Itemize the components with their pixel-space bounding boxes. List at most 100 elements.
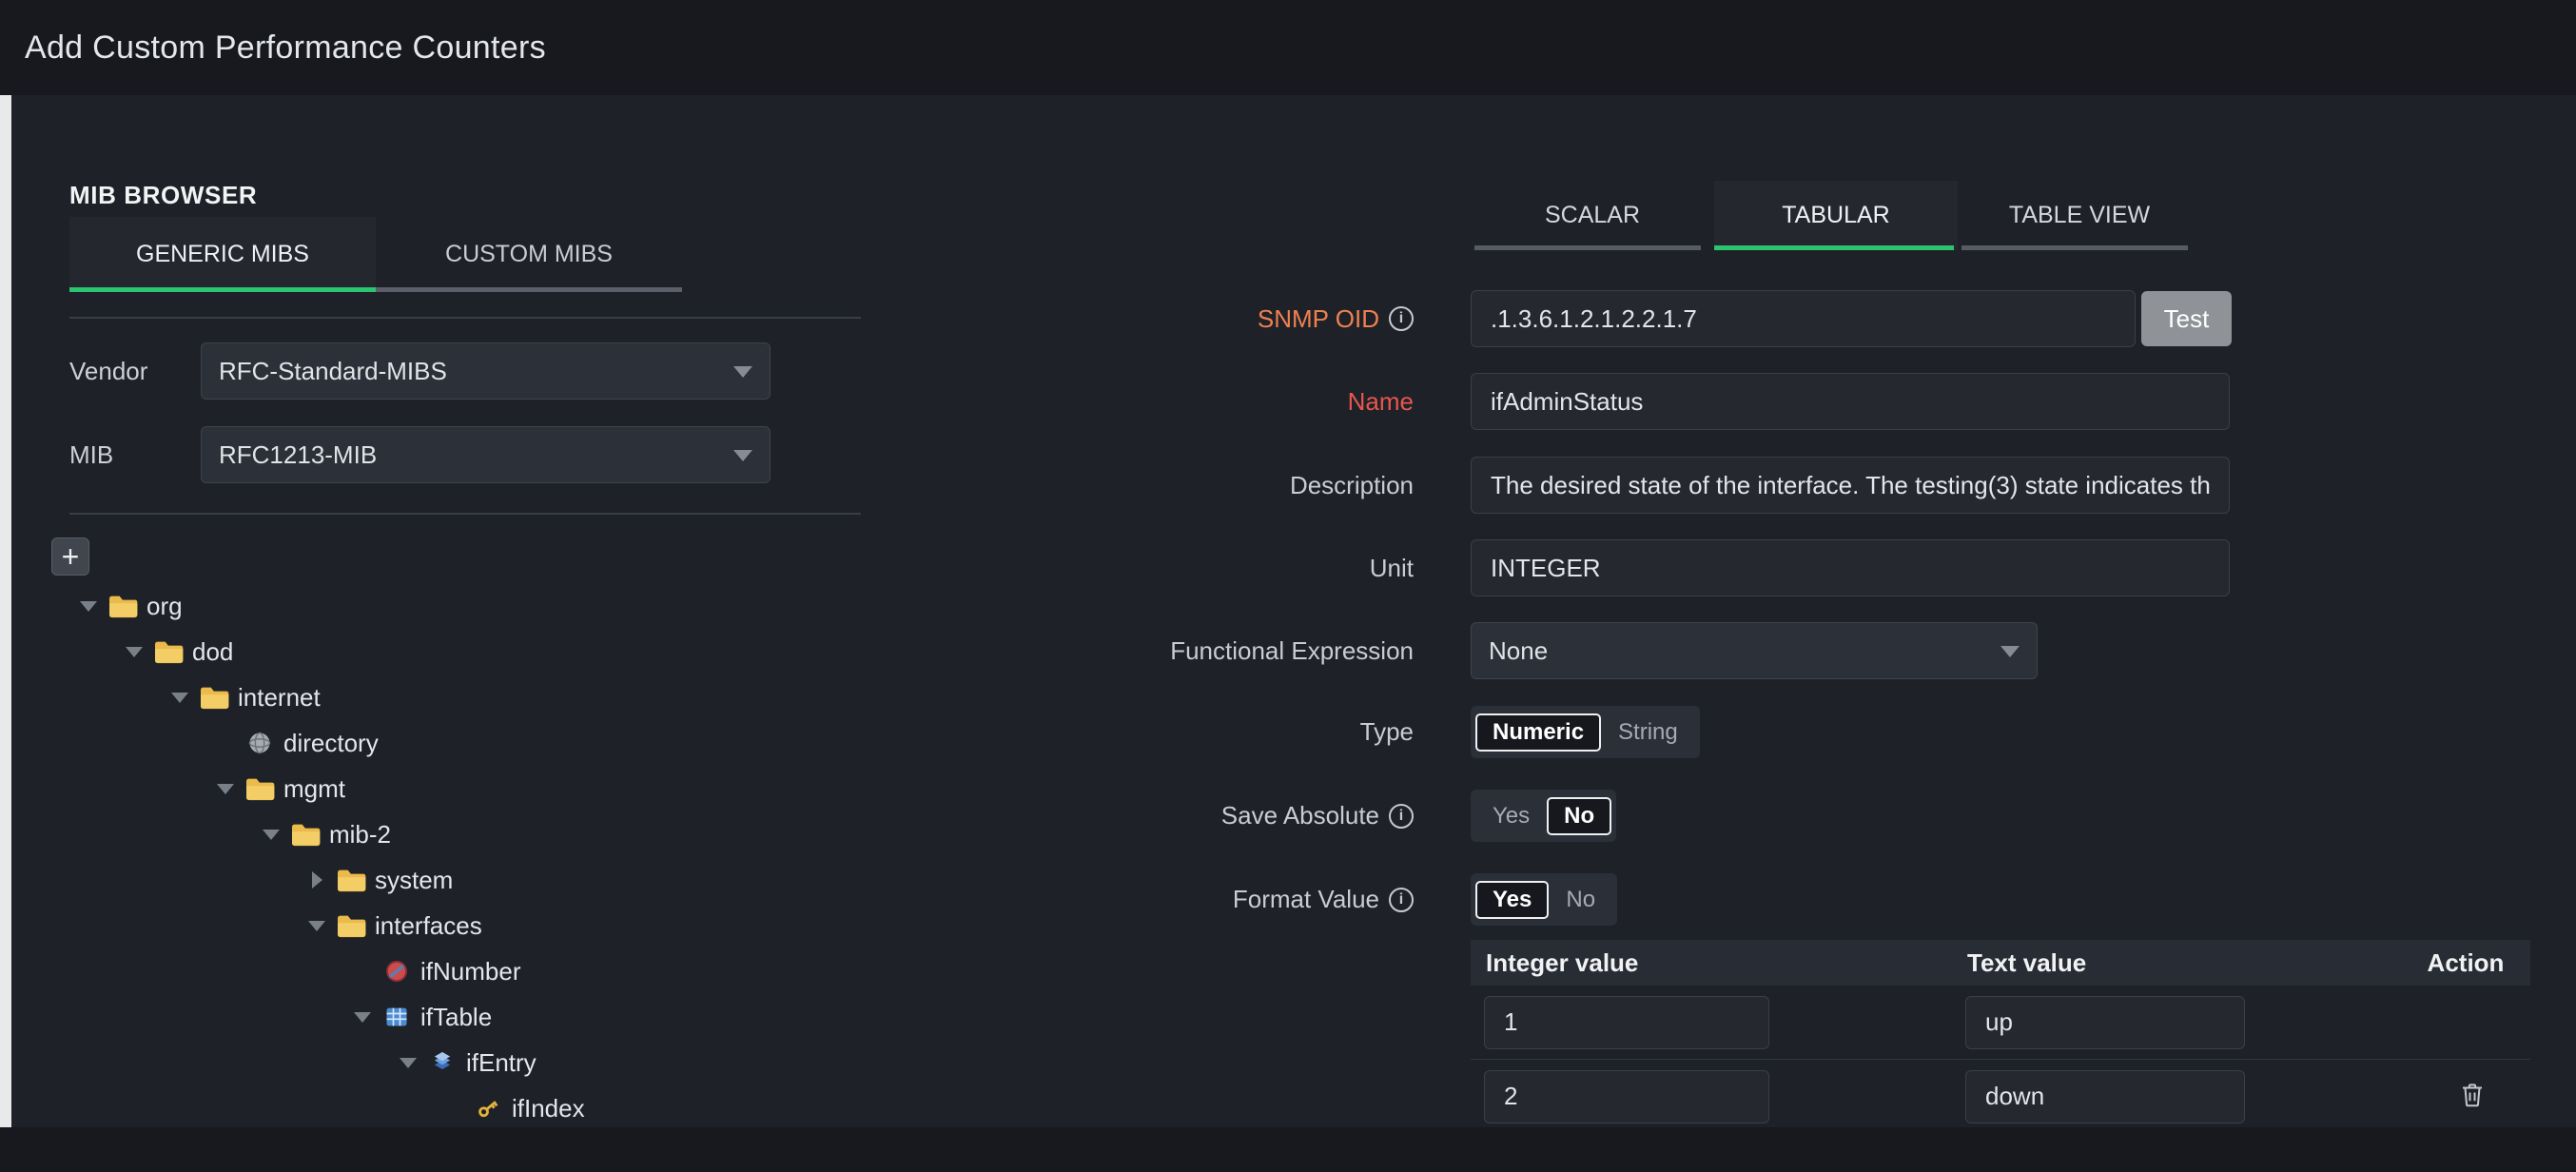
collapse-arrow-icon[interactable]	[80, 601, 97, 612]
tree-node-label: internet	[238, 683, 321, 713]
snmp-oid-input[interactable]	[1471, 290, 2136, 347]
test-button[interactable]: Test	[2141, 291, 2232, 346]
key-icon	[470, 1095, 506, 1122]
delete-row-button[interactable]	[2414, 1081, 2530, 1112]
collapse-arrow-icon[interactable]	[217, 784, 234, 794]
tree-node-ifindex[interactable]: ifIndex	[0, 1085, 861, 1131]
format-value-label: Format Value i	[1233, 885, 1414, 914]
folder-icon	[333, 868, 369, 893]
save-absolute-option-no[interactable]: No	[1547, 797, 1611, 835]
name-label-text: Name	[1348, 387, 1414, 417]
text-value-input[interactable]	[1965, 996, 2245, 1049]
tab-scalar[interactable]: SCALAR	[1471, 181, 1714, 250]
text-value-input[interactable]	[1965, 1070, 2245, 1123]
functional-expression-label: Functional Expression	[1170, 636, 1414, 666]
tree-node-system[interactable]: system	[0, 857, 861, 903]
expand-arrow-icon[interactable]	[312, 871, 322, 889]
tree-node-label: org	[146, 592, 183, 621]
save-absolute-toggle: Yes No	[1471, 790, 1616, 842]
tree-node-internet[interactable]: internet	[0, 674, 861, 720]
vendor-select[interactable]: RFC-Standard-MIBS	[201, 342, 771, 400]
tree-node-label: ifEntry	[466, 1048, 537, 1078]
tab-tabular[interactable]: TABULAR	[1714, 181, 1958, 250]
tree-node-label: mgmt	[283, 774, 345, 804]
tree-node-label: dod	[192, 637, 233, 667]
tree-node-interfaces[interactable]: interfaces	[0, 903, 861, 948]
tab-custom-mibs[interactable]: CUSTOM MIBS	[376, 217, 682, 292]
left-edge-strip	[0, 95, 11, 1127]
tree-node-iftable[interactable]: ifTable	[0, 994, 861, 1040]
tab-tabular-label: TABULAR	[1782, 202, 1889, 229]
tree-node-label: system	[375, 866, 453, 895]
info-icon[interactable]: i	[1389, 804, 1414, 829]
tree-node-mgmt[interactable]: mgmt	[0, 766, 861, 811]
tree-node-directory[interactable]: directory	[0, 720, 861, 766]
unit-input[interactable]	[1471, 539, 2230, 596]
info-icon[interactable]: i	[1389, 306, 1414, 331]
folder-icon	[242, 776, 278, 802]
page-title: Add Custom Performance Counters	[25, 29, 546, 67]
save-absolute-option-yes[interactable]: Yes	[1475, 797, 1547, 835]
tree-expand-all-button[interactable]: +	[51, 537, 89, 576]
tree-node-mib-2[interactable]: mib-2	[0, 811, 861, 857]
divider	[69, 513, 861, 515]
window-titlebar: Add Custom Performance Counters	[0, 0, 2576, 95]
functional-expression-row: Functional Expression None	[1471, 622, 2038, 679]
tab-table-view-label: TABLE VIEW	[2009, 202, 2150, 229]
collapse-arrow-icon[interactable]	[126, 647, 143, 657]
tab-generic-mibs[interactable]: GENERIC MIBS	[69, 217, 376, 292]
tree-node-label: ifNumber	[420, 957, 520, 986]
tree-node-org[interactable]: org	[0, 583, 861, 629]
functional-expression-select[interactable]: None	[1471, 622, 2038, 679]
collapse-arrow-icon[interactable]	[400, 1058, 417, 1068]
functional-expression-label-text: Functional Expression	[1170, 636, 1414, 666]
snmp-oid-row: SNMP OID i Test	[1471, 290, 2232, 347]
tree-node-ifnumber[interactable]: ifNumber	[0, 948, 861, 994]
footer-bar	[0, 1127, 2576, 1172]
folder-icon	[287, 822, 323, 848]
info-icon[interactable]: i	[1389, 888, 1414, 912]
name-input[interactable]	[1471, 373, 2230, 430]
format-value-option-yes[interactable]: Yes	[1475, 881, 1549, 919]
mib-label: MIB	[69, 440, 201, 470]
collapse-arrow-icon[interactable]	[171, 693, 188, 703]
folder-icon	[333, 913, 369, 939]
unit-label-text: Unit	[1370, 554, 1414, 583]
folder-icon	[196, 685, 232, 711]
type-toggle: Numeric String	[1471, 706, 1700, 758]
chevron-down-icon	[733, 450, 752, 461]
description-input[interactable]	[1471, 457, 2230, 514]
value-table-row	[1471, 986, 2530, 1060]
text-value-header: Text value	[1952, 948, 2401, 978]
action-header: Action	[2401, 948, 2530, 978]
format-value-option-no[interactable]: No	[1549, 881, 1612, 919]
collapse-arrow-icon[interactable]	[263, 830, 280, 840]
description-label: Description	[1290, 471, 1414, 500]
divider	[69, 317, 861, 319]
tab-table-view[interactable]: TABLE VIEW	[1958, 181, 2201, 250]
unit-label: Unit	[1370, 554, 1414, 583]
type-option-numeric[interactable]: Numeric	[1475, 713, 1601, 752]
tree-node-ifentry[interactable]: ifEntry	[0, 1040, 861, 1085]
name-row: Name	[1471, 373, 2230, 430]
tree-node-label: directory	[283, 729, 379, 758]
vendor-row: Vendor RFC-Standard-MIBS	[69, 342, 771, 400]
integer-value-input[interactable]	[1484, 996, 1769, 1049]
tree-node-label: mib-2	[329, 820, 391, 850]
snmp-oid-label: SNMP OID i	[1258, 304, 1414, 334]
mib-tabs: GENERIC MIBS CUSTOM MIBS	[69, 217, 682, 292]
table-icon	[379, 1004, 415, 1030]
integer-value-input[interactable]	[1484, 1070, 1769, 1123]
format-value-toggle: Yes No	[1471, 873, 1617, 926]
collapse-arrow-icon[interactable]	[308, 921, 325, 931]
mib-select-value: RFC1213-MIB	[219, 440, 377, 470]
chevron-down-icon	[2000, 646, 2020, 657]
snmp-oid-label-text: SNMP OID	[1258, 304, 1379, 334]
tree-node-dod[interactable]: dod	[0, 629, 861, 674]
mib-select[interactable]: RFC1213-MIB	[201, 426, 771, 483]
vendor-select-value: RFC-Standard-MIBS	[219, 357, 447, 386]
mib-browser-heading: MIB BROWSER	[69, 181, 257, 210]
collapse-arrow-icon[interactable]	[354, 1012, 371, 1023]
type-option-string[interactable]: String	[1601, 713, 1695, 752]
description-label-text: Description	[1290, 471, 1414, 500]
